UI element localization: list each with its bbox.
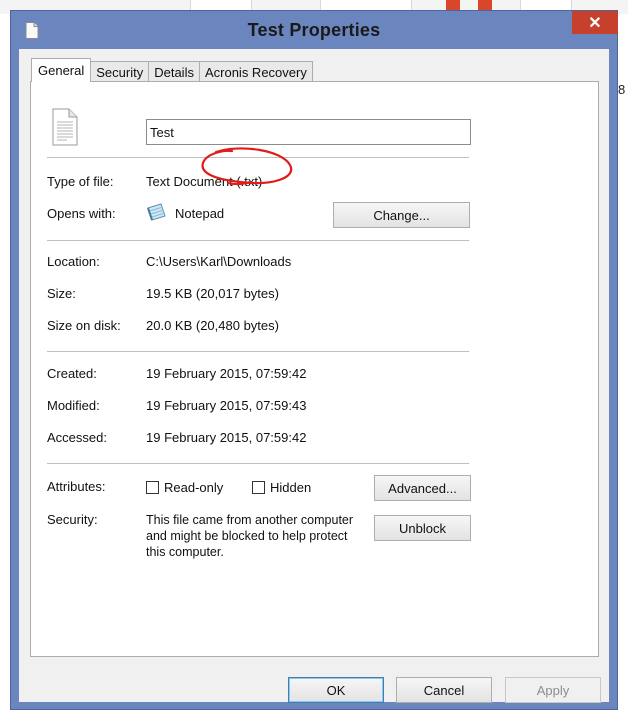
tab-strip: General Security Details Acronis Recover…	[31, 58, 313, 82]
hidden-label[interactable]: Hidden	[270, 480, 311, 495]
change-button[interactable]: Change...	[333, 202, 470, 228]
unblock-button[interactable]: Unblock	[374, 515, 471, 541]
window-title: Test Properties	[247, 20, 381, 40]
attributes-label: Attributes:	[47, 479, 106, 494]
opens-with-value: Notepad	[175, 206, 225, 221]
tab-acronis-recovery[interactable]: Acronis Recovery	[198, 61, 313, 82]
accessed-value: 19 February 2015, 07:59:42	[146, 430, 307, 445]
close-icon: ✕	[588, 14, 602, 32]
ok-button[interactable]: OK	[288, 677, 384, 703]
security-message-line: and might be blocked to help protect	[146, 529, 348, 543]
text-file-icon	[52, 108, 78, 146]
tab-details[interactable]: Details	[148, 61, 200, 82]
separator	[47, 240, 469, 241]
background-text: 8	[618, 82, 626, 97]
separator	[47, 351, 469, 352]
security-label: Security:	[47, 512, 98, 527]
size-on-disk-value: 20.0 KB (20,480 bytes)	[146, 318, 279, 333]
title-bar[interactable]: Test Properties ✕	[11, 11, 618, 49]
notepad-icon	[147, 203, 166, 221]
dialog-client-area: General Security Details Acronis Recover…	[19, 49, 609, 703]
type-of-file-value: Text Document (.txt)	[146, 174, 263, 189]
readonly-label[interactable]: Read-only	[164, 480, 223, 495]
size-value: 19.5 KB (20,017 bytes)	[146, 286, 279, 301]
location-label: Location:	[47, 254, 100, 269]
tab-general[interactable]: General	[31, 58, 92, 82]
security-message-line: This file came from another computer	[146, 513, 354, 527]
accessed-label: Accessed:	[47, 430, 107, 445]
separator	[47, 463, 469, 464]
security-message-line: this computer.	[146, 545, 224, 559]
modified-label: Modified:	[47, 398, 100, 413]
properties-dialog: Test Properties ✕ General Security Detai…	[10, 10, 618, 710]
created-label: Created:	[47, 366, 97, 381]
hidden-checkbox[interactable]	[252, 481, 265, 494]
size-on-disk-label: Size on disk:	[47, 318, 121, 333]
security-message: This file came from another computer and…	[146, 512, 353, 560]
separator	[47, 157, 469, 158]
type-of-file-label: Type of file:	[47, 174, 114, 189]
readonly-checkbox[interactable]	[146, 481, 159, 494]
size-label: Size:	[47, 286, 76, 301]
general-tab-panel: Type of file: Text Document (.txt) Opens…	[30, 81, 599, 657]
apply-button[interactable]: Apply	[505, 677, 601, 703]
opens-with-label: Opens with:	[47, 206, 116, 221]
cancel-button[interactable]: Cancel	[396, 677, 492, 703]
tab-security[interactable]: Security	[90, 61, 150, 82]
file-name-input[interactable]	[146, 119, 471, 145]
advanced-button[interactable]: Advanced...	[374, 475, 471, 501]
modified-value: 19 February 2015, 07:59:43	[146, 398, 307, 413]
close-button[interactable]: ✕	[572, 11, 618, 34]
location-value: C:\Users\Karl\Downloads	[146, 254, 292, 269]
created-value: 19 February 2015, 07:59:42	[146, 366, 307, 381]
